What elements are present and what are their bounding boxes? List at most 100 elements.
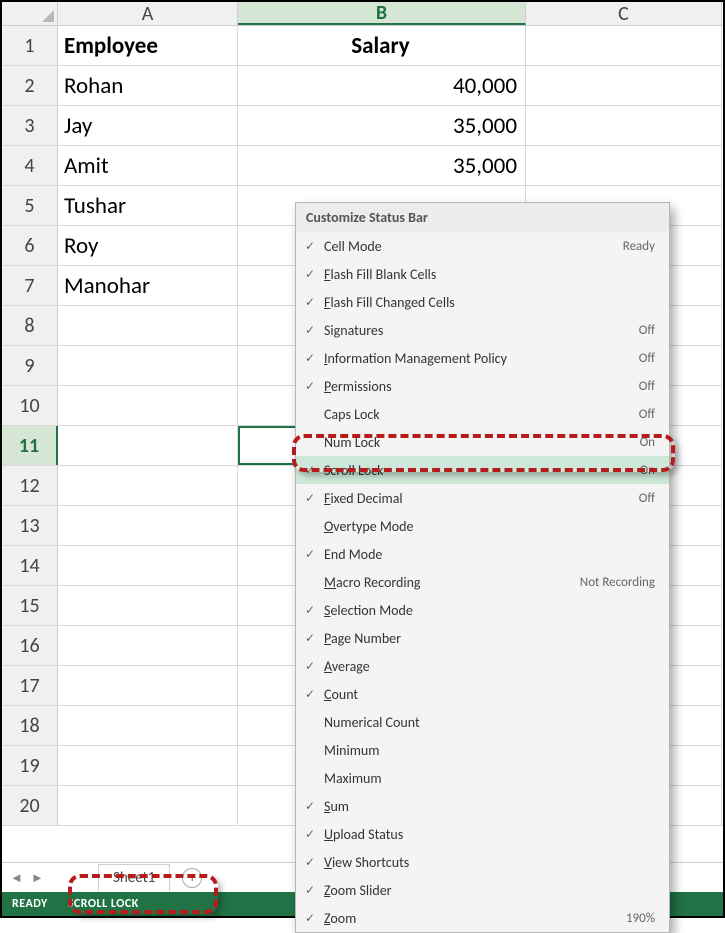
- menu-item-count[interactable]: ✓Count: [296, 680, 669, 708]
- row-header-5[interactable]: 5: [2, 186, 58, 225]
- cell-a3[interactable]: Jay: [58, 106, 238, 145]
- check-icon: ✓: [296, 799, 324, 814]
- check-icon: ✓: [296, 603, 324, 618]
- menu-item-information-management-policy[interactable]: ✓Information Management PolicyOff: [296, 344, 669, 372]
- menu-item-num-lock[interactable]: Num LockOn: [296, 428, 669, 456]
- cell-a13[interactable]: [58, 506, 238, 545]
- menu-item-minimum[interactable]: Minimum: [296, 736, 669, 764]
- menu-item-flash-fill-changed-cells[interactable]: ✓Flash Fill Changed Cells: [296, 288, 669, 316]
- row-header-15[interactable]: 15: [2, 586, 58, 625]
- row-header-14[interactable]: 14: [2, 546, 58, 585]
- row-header-8[interactable]: 8: [2, 306, 58, 345]
- menu-item-page-number[interactable]: ✓Page Number: [296, 624, 669, 652]
- row-header-9[interactable]: 9: [2, 346, 58, 385]
- menu-item-cell-mode[interactable]: ✓Cell ModeReady: [296, 232, 669, 260]
- row-header-3[interactable]: 3: [2, 106, 58, 145]
- menu-item-caps-lock[interactable]: Caps LockOff: [296, 400, 669, 428]
- row-header-1[interactable]: 1: [2, 26, 58, 65]
- row-header-6[interactable]: 6: [2, 226, 58, 265]
- tab-nav[interactable]: ◄ ►: [2, 870, 92, 886]
- cell-a9[interactable]: [58, 346, 238, 385]
- cell-a12[interactable]: [58, 466, 238, 505]
- row-header-4[interactable]: 4: [2, 146, 58, 185]
- menu-item-label: Selection Mode: [324, 602, 655, 619]
- row-header-10[interactable]: 10: [2, 386, 58, 425]
- cell-c3[interactable]: [526, 106, 722, 145]
- menu-item-view-shortcuts[interactable]: ✓View Shortcuts: [296, 848, 669, 876]
- cell-c2[interactable]: [526, 66, 722, 105]
- menu-item-value: Off: [639, 491, 655, 506]
- check-icon: ✓: [296, 463, 324, 478]
- row-header-2[interactable]: 2: [2, 66, 58, 105]
- menu-item-value: Ready: [623, 239, 655, 254]
- cell-a5[interactable]: Tushar: [58, 186, 238, 225]
- cell-b2[interactable]: 40,000: [238, 66, 526, 105]
- row-header-19[interactable]: 19: [2, 746, 58, 785]
- col-header-a[interactable]: A: [58, 2, 238, 25]
- cell-c4[interactable]: [526, 146, 722, 185]
- menu-item-overtype-mode[interactable]: Overtype Mode: [296, 512, 669, 540]
- menu-item-scroll-lock[interactable]: ✓Scroll LockOn: [296, 456, 669, 484]
- menu-item-zoom-slider[interactable]: ✓Zoom Slider: [296, 876, 669, 904]
- menu-item-zoom[interactable]: ✓Zoom190%: [296, 904, 669, 932]
- cell-a16[interactable]: [58, 626, 238, 665]
- cell-a4[interactable]: Amit: [58, 146, 238, 185]
- menu-item-label: Num Lock: [324, 434, 640, 451]
- col-header-b[interactable]: B: [238, 2, 526, 25]
- row-header-17[interactable]: 17: [2, 666, 58, 705]
- row-1: 1EmployeeSalary: [2, 26, 723, 66]
- cell-a10[interactable]: [58, 386, 238, 425]
- menu-item-permissions[interactable]: ✓PermissionsOff: [296, 372, 669, 400]
- menu-item-label: Fixed Decimal: [324, 490, 639, 507]
- cell-a20[interactable]: [58, 786, 238, 825]
- cell-b3[interactable]: 35,000: [238, 106, 526, 145]
- cell-a14[interactable]: [58, 546, 238, 585]
- sheet-tab-sheet1[interactable]: Sheet1: [98, 864, 170, 891]
- cell-a6[interactable]: Roy: [58, 226, 238, 265]
- col-header-c[interactable]: C: [526, 2, 722, 25]
- row-header-7[interactable]: 7: [2, 266, 58, 305]
- row-header-12[interactable]: 12: [2, 466, 58, 505]
- menu-item-maximum[interactable]: Maximum: [296, 764, 669, 792]
- menu-item-average[interactable]: ✓Average: [296, 652, 669, 680]
- menu-item-signatures[interactable]: ✓SignaturesOff: [296, 316, 669, 344]
- cell-a1[interactable]: Employee: [58, 26, 238, 65]
- row-2: 2Rohan40,000: [2, 66, 723, 106]
- check-icon: ✓: [296, 351, 324, 366]
- cell-a2[interactable]: Rohan: [58, 66, 238, 105]
- cell-a11[interactable]: [58, 426, 238, 465]
- cell-a18[interactable]: [58, 706, 238, 745]
- add-sheet-button[interactable]: +: [182, 868, 202, 888]
- cell-b4[interactable]: 35,000: [238, 146, 526, 185]
- menu-item-label: Average: [324, 658, 655, 675]
- cell-c1[interactable]: [526, 26, 722, 65]
- row-header-16[interactable]: 16: [2, 626, 58, 665]
- row-header-20[interactable]: 20: [2, 786, 58, 825]
- menu-item-flash-fill-blank-cells[interactable]: ✓Flash Fill Blank Cells: [296, 260, 669, 288]
- cell-a7[interactable]: Manohar: [58, 266, 238, 305]
- tab-nav-next-icon[interactable]: ►: [31, 870, 44, 886]
- menu-title: Customize Status Bar: [296, 203, 669, 232]
- tab-nav-prev-icon[interactable]: ◄: [10, 870, 23, 886]
- cell-a19[interactable]: [58, 746, 238, 785]
- cell-b1[interactable]: Salary: [238, 26, 526, 65]
- row-header-13[interactable]: 13: [2, 506, 58, 545]
- menu-item-label: Information Management Policy: [324, 350, 639, 367]
- menu-item-upload-status[interactable]: ✓Upload Status: [296, 820, 669, 848]
- menu-item-numerical-count[interactable]: Numerical Count: [296, 708, 669, 736]
- menu-item-value: Off: [639, 379, 655, 394]
- select-all-corner[interactable]: [2, 2, 58, 25]
- cell-a15[interactable]: [58, 586, 238, 625]
- menu-item-selection-mode[interactable]: ✓Selection Mode: [296, 596, 669, 624]
- menu-item-fixed-decimal[interactable]: ✓Fixed DecimalOff: [296, 484, 669, 512]
- menu-item-sum[interactable]: ✓Sum: [296, 792, 669, 820]
- cell-a8[interactable]: [58, 306, 238, 345]
- menu-item-end-mode[interactable]: ✓End Mode: [296, 540, 669, 568]
- row-header-11[interactable]: 11: [2, 426, 58, 465]
- status-scrolllock: SCROLL LOCK: [58, 897, 149, 911]
- cell-a17[interactable]: [58, 666, 238, 705]
- check-icon: ✓: [296, 239, 324, 254]
- row-header-18[interactable]: 18: [2, 706, 58, 745]
- menu-item-value: Not Recording: [580, 575, 655, 590]
- menu-item-macro-recording[interactable]: Macro RecordingNot Recording: [296, 568, 669, 596]
